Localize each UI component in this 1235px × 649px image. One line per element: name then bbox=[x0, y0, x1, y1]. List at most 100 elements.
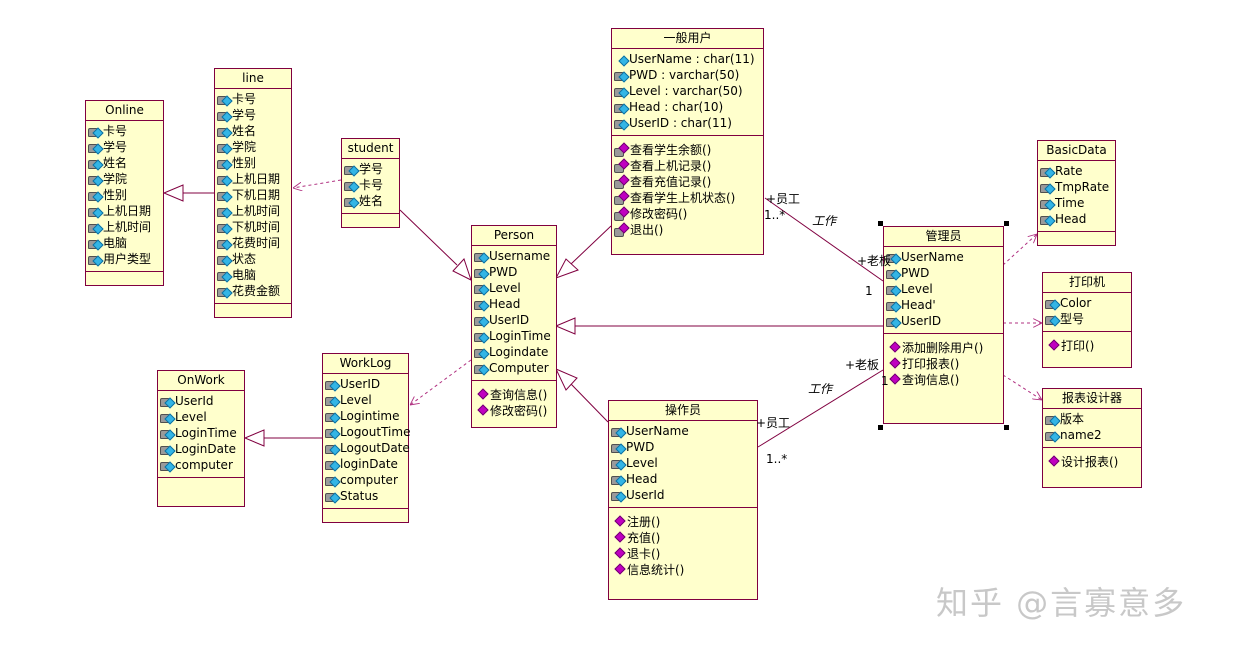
attribute-row[interactable]: 下机时间 bbox=[217, 219, 289, 235]
attribute-row[interactable]: 学院 bbox=[88, 171, 161, 187]
class-printer[interactable]: 打印机 Color 型号 打印() bbox=[1042, 272, 1132, 368]
attribute-row[interactable]: Level : varchar(50) bbox=[614, 83, 761, 99]
attribute-row[interactable]: 姓名 bbox=[88, 155, 161, 171]
class-report-designer[interactable]: 报表设计器 版本 name2 设计报表() bbox=[1042, 388, 1142, 488]
attribute-row[interactable]: 卡号 bbox=[88, 123, 161, 139]
attribute-row[interactable]: Head : char(10) bbox=[614, 99, 761, 115]
attribute-row[interactable]: 卡号 bbox=[217, 91, 289, 107]
operation-row[interactable]: 打印报表() bbox=[889, 356, 1001, 372]
attribute-row[interactable]: 花费时间 bbox=[217, 235, 289, 251]
class-admin[interactable]: 管理员 UserName PWD Level Head' UserID 添加删除用户() 打印… bbox=[883, 226, 1004, 424]
operation-row[interactable]: 查看上机记录() bbox=[614, 158, 761, 174]
attribute-row[interactable]: Level bbox=[325, 392, 406, 408]
attribute-row[interactable]: UserID : char(11) bbox=[614, 115, 761, 131]
attribute-row[interactable]: 学号 bbox=[88, 139, 161, 155]
attribute-row[interactable]: 学号 bbox=[344, 161, 397, 177]
attribute-row[interactable]: 姓名 bbox=[344, 193, 397, 209]
attribute-row[interactable]: name2 bbox=[1045, 427, 1139, 443]
operation-row[interactable]: 查看学生余额() bbox=[614, 142, 761, 158]
selection-handle[interactable] bbox=[1004, 425, 1009, 430]
attribute-row[interactable]: Computer bbox=[474, 360, 554, 376]
operation-row[interactable]: 打印() bbox=[1048, 338, 1129, 354]
attribute-row[interactable]: PWD bbox=[886, 265, 1001, 281]
attribute-row[interactable]: computer bbox=[160, 457, 242, 473]
operation-row[interactable]: 修改密码() bbox=[477, 403, 554, 419]
selection-handle[interactable] bbox=[878, 425, 883, 430]
attribute-row[interactable]: 上机时间 bbox=[217, 203, 289, 219]
operation-row[interactable]: 查询信息() bbox=[477, 387, 554, 403]
selection-handle[interactable] bbox=[1004, 221, 1009, 226]
attribute-row[interactable]: LoginDate bbox=[160, 441, 242, 457]
attribute-row[interactable]: 花费金额 bbox=[217, 283, 289, 299]
selection-handle[interactable] bbox=[878, 221, 883, 226]
operation-row[interactable]: 查询信息() bbox=[889, 372, 1001, 388]
attribute-row[interactable]: 上机日期 bbox=[217, 171, 289, 187]
class-onwork[interactable]: OnWork UserId Level LoginTime LoginDate compu… bbox=[157, 370, 245, 507]
attribute-row[interactable]: UserID bbox=[886, 313, 1001, 329]
attribute-row[interactable]: UserId bbox=[160, 393, 242, 409]
attribute-row[interactable]: UserName : char(11) bbox=[614, 51, 761, 67]
attribute-row[interactable]: PWD bbox=[474, 264, 554, 280]
attribute-row[interactable]: PWD bbox=[611, 439, 755, 455]
attribute-row[interactable]: 学号 bbox=[217, 107, 289, 123]
attribute-row[interactable]: UserID bbox=[325, 376, 406, 392]
attribute-row[interactable]: Head bbox=[611, 471, 755, 487]
operation-row[interactable]: 退出() bbox=[614, 222, 761, 238]
attribute-row[interactable]: 性别 bbox=[217, 155, 289, 171]
operation-row[interactable]: 信息统计() bbox=[614, 562, 755, 578]
operation-row[interactable]: 查看充值记录() bbox=[614, 174, 761, 190]
class-operator[interactable]: 操作员 UserName PWD Level Head UserId 注册() 充值() 退卡(… bbox=[608, 400, 758, 600]
operation-row[interactable]: 充值() bbox=[614, 530, 755, 546]
attribute-row[interactable]: 下机日期 bbox=[217, 187, 289, 203]
attribute-row[interactable]: 型号 bbox=[1045, 311, 1129, 327]
attribute-row[interactable]: 性别 bbox=[88, 187, 161, 203]
attribute-row[interactable]: 姓名 bbox=[217, 123, 289, 139]
attribute-row[interactable]: Head bbox=[1040, 211, 1113, 227]
class-worklog[interactable]: WorkLog UserID Level Logintime LogoutTime Log… bbox=[322, 353, 410, 523]
attribute-row[interactable]: 电脑 bbox=[88, 235, 161, 251]
attribute-row[interactable]: 用户类型 bbox=[88, 251, 161, 267]
attribute-row[interactable]: 版本 bbox=[1045, 411, 1139, 427]
attribute-row[interactable]: UserName bbox=[886, 249, 1001, 265]
attribute-row[interactable]: LoginTime bbox=[160, 425, 242, 441]
attribute-row[interactable]: Level bbox=[160, 409, 242, 425]
class-line[interactable]: line 卡号 学号 姓名 学院 性别 上机日期 下机日期 上机时间 下机时间 花费时间 状态 电脑 花费… bbox=[214, 68, 292, 318]
attribute-row[interactable]: UserId bbox=[611, 487, 755, 503]
attribute-row[interactable]: LogoutDate bbox=[325, 440, 410, 456]
attribute-row[interactable]: Logindate bbox=[474, 344, 554, 360]
attribute-row[interactable]: Time bbox=[1040, 195, 1113, 211]
operation-row[interactable]: 设计报表() bbox=[1048, 454, 1139, 470]
attribute-row[interactable]: 上机时间 bbox=[88, 219, 161, 235]
attribute-row[interactable]: Color bbox=[1045, 295, 1129, 311]
class-person[interactable]: Person Username PWD Level Head UserID LoginTim… bbox=[471, 225, 557, 428]
operation-row[interactable]: 注册() bbox=[614, 514, 755, 530]
attribute-row[interactable]: 电脑 bbox=[217, 267, 289, 283]
attribute-row[interactable]: Head bbox=[474, 296, 554, 312]
attribute-row[interactable]: computer bbox=[325, 472, 406, 488]
attribute-row[interactable]: Username bbox=[474, 248, 554, 264]
class-basicdata[interactable]: BasicData Rate TmpRate Time Head bbox=[1037, 140, 1116, 246]
operation-row[interactable]: 退卡() bbox=[614, 546, 755, 562]
attribute-row[interactable]: 上机日期 bbox=[88, 203, 161, 219]
operation-row[interactable]: 修改密码() bbox=[614, 206, 761, 222]
attribute-row[interactable]: Level bbox=[474, 280, 554, 296]
class-online[interactable]: Online 卡号 学号 姓名 学院 性别 上机日期 上机时间 电脑 用户类型 bbox=[85, 100, 164, 286]
attribute-row[interactable]: LogoutTime bbox=[325, 424, 410, 440]
attribute-row[interactable]: Rate bbox=[1040, 163, 1113, 179]
class-general-user[interactable]: 一般用户 UserName : char(11) PWD : varchar(50)… bbox=[611, 28, 764, 255]
attribute-row[interactable]: 学院 bbox=[217, 139, 289, 155]
attribute-row[interactable]: Head' bbox=[886, 297, 1001, 313]
attribute-row[interactable]: 状态 bbox=[217, 251, 289, 267]
operation-row[interactable]: 添加删除用户() bbox=[889, 340, 1001, 356]
attribute-row[interactable]: Level bbox=[886, 281, 1001, 297]
attribute-row[interactable]: Status bbox=[325, 488, 406, 504]
attribute-row[interactable]: Level bbox=[611, 455, 755, 471]
attribute-row[interactable]: UserName bbox=[611, 423, 755, 439]
attribute-row[interactable]: PWD : varchar(50) bbox=[614, 67, 761, 83]
attribute-row[interactable]: loginDate bbox=[325, 456, 406, 472]
attribute-row[interactable]: LoginTime bbox=[474, 328, 554, 344]
attribute-row[interactable]: UserID bbox=[474, 312, 554, 328]
attribute-row[interactable]: 卡号 bbox=[344, 177, 397, 193]
attribute-row[interactable]: TmpRate bbox=[1040, 179, 1113, 195]
operation-row[interactable]: 查看学生上机状态() bbox=[614, 190, 761, 206]
